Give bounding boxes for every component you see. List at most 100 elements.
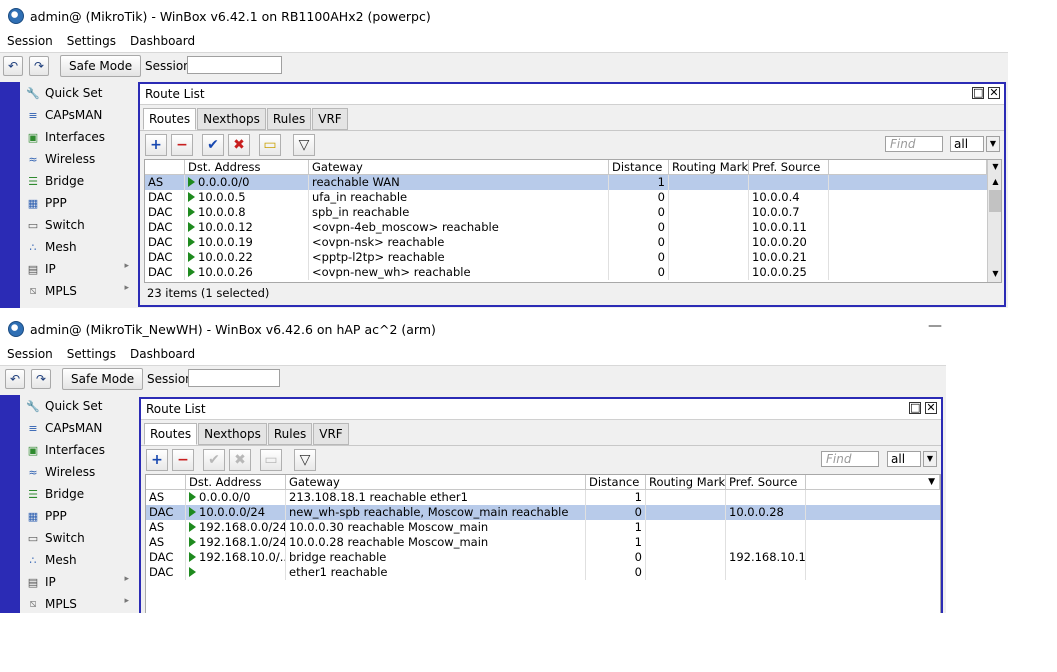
table-row[interactable]: AS 192.168.1.0/24 10.0.0.28 reachable Mosc… xyxy=(146,535,940,550)
chevron-down-icon[interactable]: ▼ xyxy=(923,451,937,467)
column-header-pref-source[interactable]: Pref. Source xyxy=(749,160,829,175)
sidebar-item-switch[interactable]: ▭ Switch xyxy=(20,527,137,549)
sidebar-item-mpls[interactable]: ⧅ MPLS ▸ xyxy=(20,593,137,613)
sidebar-item-mpls[interactable]: ⧅ MPLS ▸ xyxy=(20,280,137,302)
scrollbar-thumb[interactable] xyxy=(989,190,1001,212)
sidebar-item-ppp[interactable]: ▦ PPP xyxy=(20,192,137,214)
route-flags: DAC xyxy=(146,550,186,565)
route-routing-mark xyxy=(646,505,726,520)
column-header-flags[interactable] xyxy=(145,160,185,175)
tab-rules[interactable]: Rules xyxy=(267,423,313,445)
active-route-flag-icon xyxy=(188,252,195,262)
safe-mode-button[interactable]: Safe Mode xyxy=(62,368,144,390)
sidebar-item-interfaces[interactable]: ▣ Interfaces xyxy=(20,126,137,148)
sidebar-item-interfaces[interactable]: ▣ Interfaces xyxy=(20,439,137,461)
remove-button[interactable]: − xyxy=(171,134,193,156)
comment-button[interactable]: ▭ xyxy=(259,134,281,156)
redo-button[interactable]: ↷ xyxy=(31,369,51,389)
column-header-distance[interactable]: Distance xyxy=(586,475,646,490)
sidebar-item-quick-set[interactable]: 🔧 Quick Set xyxy=(20,82,137,104)
column-header-dst-address[interactable]: Dst. Address xyxy=(185,160,309,175)
sidebar-item-capsman[interactable]: ≡ CAPsMAN xyxy=(20,104,137,126)
sidebar-item-ip[interactable]: ▤ IP ▸ xyxy=(20,571,137,593)
vertical-scrollbar[interactable]: ▼ ▲ ▼ xyxy=(987,160,1001,282)
column-header-routing-mark[interactable]: Routing Mark xyxy=(646,475,726,490)
menu-session[interactable]: Session xyxy=(0,345,60,365)
table-row[interactable]: DAC 10.0.0.26 <ovpn-new_wh> reachable 0 10.0… xyxy=(145,265,987,280)
tab-nexthops[interactable]: Nexthops xyxy=(197,108,266,130)
menu-dashboard[interactable]: Dashboard xyxy=(123,32,202,52)
table-row[interactable]: AS 0.0.0.0/0 reachable WAN 1 xyxy=(145,175,987,190)
column-header-pref-source[interactable]: Pref. Source xyxy=(726,475,806,490)
route-gateway: 10.0.0.28 reachable Moscow_main xyxy=(286,535,586,550)
table-row[interactable]: DAC ether1 reachable 0 xyxy=(146,565,940,580)
minimize-icon[interactable]: — xyxy=(928,319,942,333)
scroll-down-icon[interactable]: ▼ xyxy=(988,267,1001,281)
sidebar-item-mesh[interactable]: ∴ Mesh xyxy=(20,236,137,258)
filter-button[interactable]: ▽ xyxy=(294,449,316,471)
session-input[interactable] xyxy=(188,369,280,387)
tab-rules[interactable]: Rules xyxy=(266,108,312,130)
table-row[interactable]: DAC 192.168.10.0/... bridge reachable 0 192.… xyxy=(146,550,940,565)
scroll-up-icon[interactable]: ▲ xyxy=(988,175,1001,189)
redo-button[interactable]: ↷ xyxy=(29,56,49,76)
chevron-down-icon[interactable]: ▼ xyxy=(928,475,935,489)
column-header-gateway[interactable]: Gateway xyxy=(286,475,586,490)
column-header-gateway[interactable]: Gateway xyxy=(309,160,609,175)
sidebar-item-switch[interactable]: ▭ Switch xyxy=(20,214,137,236)
sidebar-item-ip[interactable]: ▤ IP ▸ xyxy=(20,258,137,280)
table-row[interactable]: DAC 10.0.0.8 spb_in reachable 0 10.0.0.7 xyxy=(145,205,987,220)
sidebar-item-bridge[interactable]: ☰ Bridge xyxy=(20,483,137,505)
sidebar-item-bridge[interactable]: ☰ Bridge xyxy=(20,170,137,192)
close-icon[interactable]: ✕ xyxy=(988,87,1000,99)
table-row[interactable]: DAC 10.0.0.12 <ovpn-4eb_moscow> reachable 0… xyxy=(145,220,987,235)
enable-button[interactable]: ✔ xyxy=(202,134,224,156)
sidebar-item-wireless[interactable]: ≈ Wireless xyxy=(20,148,137,170)
menu-settings[interactable]: Settings xyxy=(60,32,123,52)
session-input[interactable] xyxy=(187,56,282,74)
table-row[interactable]: DAC 10.0.0.22 <pptp-l2tp> reachable 0 10.0.0… xyxy=(145,250,987,265)
sidebar-item-quick-set[interactable]: 🔧 Quick Set xyxy=(20,395,137,417)
sidebar-item-capsman[interactable]: ≡ CAPsMAN xyxy=(20,417,137,439)
find-input[interactable]: Find xyxy=(885,136,943,152)
table-row[interactable]: DAC 10.0.0.0/24 new_wh-spb reachable, Mosc… xyxy=(146,505,940,520)
menu-settings[interactable]: Settings xyxy=(60,345,123,365)
undo-button[interactable]: ↶ xyxy=(5,369,25,389)
sidebar-item-ppp[interactable]: ▦ PPP xyxy=(20,505,137,527)
table-row[interactable]: AS 192.168.0.0/24 10.0.0.30 reachable Mosc… xyxy=(146,520,940,535)
tab-nexthops[interactable]: Nexthops xyxy=(198,423,267,445)
chevron-down-icon[interactable]: ▼ xyxy=(986,136,1000,152)
tab-vrf[interactable]: VRF xyxy=(312,108,348,130)
tab-routes[interactable]: Routes xyxy=(143,108,197,130)
disable-button[interactable]: ✖ xyxy=(229,449,251,471)
disable-button[interactable]: ✖ xyxy=(228,134,250,156)
maximize-icon[interactable]: □ xyxy=(909,402,921,414)
safe-mode-button[interactable]: Safe Mode xyxy=(60,55,142,77)
column-header-routing-mark[interactable]: Routing Mark xyxy=(669,160,749,175)
add-button[interactable]: + xyxy=(146,449,168,471)
filter-select[interactable]: all xyxy=(950,136,984,152)
column-header-flags[interactable] xyxy=(146,475,186,490)
tab-vrf[interactable]: VRF xyxy=(313,423,349,445)
tab-routes[interactable]: Routes xyxy=(144,423,198,445)
menu-session[interactable]: Session xyxy=(0,32,60,52)
remove-button[interactable]: − xyxy=(172,449,194,471)
comment-button[interactable]: ▭ xyxy=(260,449,282,471)
column-header-distance[interactable]: Distance xyxy=(609,160,669,175)
filter-button[interactable]: ▽ xyxy=(293,134,315,156)
find-input[interactable]: Find xyxy=(821,451,879,467)
close-icon[interactable]: ✕ xyxy=(925,402,937,414)
chevron-down-icon[interactable]: ▼ xyxy=(988,160,1001,174)
menu-dashboard[interactable]: Dashboard xyxy=(123,345,202,365)
maximize-icon[interactable]: □ xyxy=(972,87,984,99)
table-row[interactable]: DAC 10.0.0.5 ufa_in reachable 0 10.0.0.4 xyxy=(145,190,987,205)
table-row[interactable]: AS 0.0.0.0/0 213.108.18.1 reachable ether1… xyxy=(146,490,940,505)
sidebar-item-wireless[interactable]: ≈ Wireless xyxy=(20,461,137,483)
sidebar-item-mesh[interactable]: ∴ Mesh xyxy=(20,549,137,571)
filter-select[interactable]: all xyxy=(887,451,921,467)
column-header-dst-address[interactable]: Dst. Address xyxy=(186,475,286,490)
table-row[interactable]: DAC 10.0.0.19 <ovpn-nsk> reachable 0 10.0.0.… xyxy=(145,235,987,250)
enable-button[interactable]: ✔ xyxy=(203,449,225,471)
undo-button[interactable]: ↶ xyxy=(3,56,23,76)
add-button[interactable]: + xyxy=(145,134,167,156)
